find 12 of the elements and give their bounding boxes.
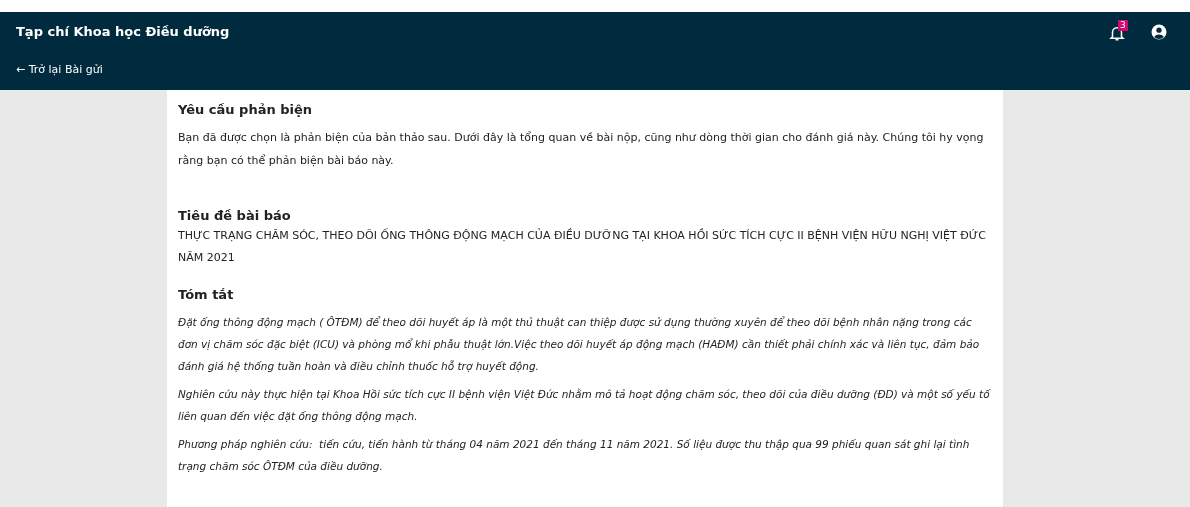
notification-badge: 3 [1118,20,1128,31]
section-heading: Tóm tắt [178,286,235,304]
back-link[interactable]: ← Trở lại Bài gửi [16,62,1174,79]
section-heading: Yêu cầu phản biện [178,101,314,119]
abstract-paragraph: Nghiên cứu này thực hiện tại Khoa Hồi sức tích cực II bệnh viện Việt Đức nhằm mô tả hoạt động chăm sóc, theo dõi của điều dưỡng (ĐD) và một số yếu tố liên quan đến việc đặt ống thông động mạch. [178,386,992,424]
request-text: Bạn đã được chọn là phản biện của bản thảo sau. Dưới đây là tổng quan về bài nộp, cũng như dòng thời gian cho đánh giá này. Chúng tôi hy vọng rằng bạn có thể phản biện bài báo này. [178,129,985,169]
article-title: THỰC TRẠNG CHĂM SÓC, THEO DÕI ỐNG THÔNG ĐỘNG MẠCH CỦA ĐIỀU DƯỠNG TẠI KHOA HỒI SỨC TÍCH CỰC II BỆNH VIỆN HỮU NGHỊ VIỆT ĐỨC NĂM 2021 [178,227,987,266]
user-icon[interactable] [1150,23,1168,41]
abstract-paragraph: Phương pháp nghiên cứu: tiến cứu, tiến hành từ tháng 04 năm 2021 đến tháng 11 năm 2021. Số liệu được thu thập qua 99 phiếu quan sát ghi lại tình trạng chăm sóc ÔTĐM của điều dưỡng. [178,436,971,474]
journal-title[interactable]: Tạp chí Khoa học Điều dưỡng [16,22,230,42]
section-heading: Tiêu đề bài báo [178,206,292,225]
abstract-paragraph: Đặt ống thông động mạch ( ÔTĐM) để theo dõi huyết áp là một thủ thuật can thiệp được sử dụng thường xuyên để theo dõi bệnh nhân nặng trong các đơn vị chăm sóc đặc biệt (ICU) và phòng mổ khi phẫu thuật lớn.Việc theo dõi huyết áp động mạch (HAĐM) cần thiết phải chính xác và liên tục, đảm bảo đánh giá hệ thống tuần hoàn và điều chỉnh thuốc hỗ trợ huyết động. [178,314,981,374]
